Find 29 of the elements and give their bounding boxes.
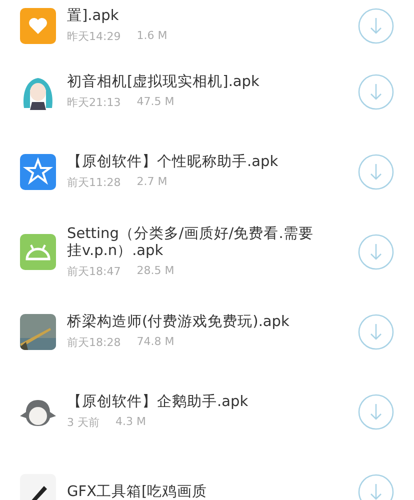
file-name: 初音相机[虚拟现实相机].apk [67,74,260,91]
file-time: 前天18:28 [67,335,121,350]
file-name: 桥梁构造师(付费游戏免费玩).apk [67,314,290,331]
file-time: 前天18:47 [67,264,121,278]
download-button[interactable] [358,474,394,500]
file-size: 47.5 M [136,95,174,110]
file-name: 【原创软件】个性昵称助手.apk [67,154,280,171]
download-button[interactable] [358,74,394,110]
file-name: Setting（分类多/画质好/免费看.需要挂v.p.n）.apk [67,226,314,260]
file-size: 1.6 M [136,29,168,44]
heart-app-icon [20,8,56,44]
file-time: 3 天前 [67,415,100,430]
file-name: 置].apk [67,8,120,25]
file-size: 74.8 M [136,335,174,350]
file-size: 4.3 M [116,415,146,430]
android-app-icon [20,234,56,270]
download-button[interactable] [358,394,394,430]
file-time: 昨天21:13 [67,95,121,110]
file-time: 前天11:28 [67,175,121,190]
file-size: 28.5 M [136,264,174,278]
download-button[interactable] [358,314,394,350]
file-size: 2.7 M [136,175,168,190]
file-name: GFX工具箱[吃鸡画质 [67,484,208,500]
file-time: 昨天14:29 [67,29,121,44]
download-button[interactable] [358,8,394,44]
star-app-icon [20,154,56,190]
download-button[interactable] [358,154,394,190]
download-button[interactable] [358,234,394,270]
file-name: 【原创软件】企鹅助手.apk [67,394,250,411]
